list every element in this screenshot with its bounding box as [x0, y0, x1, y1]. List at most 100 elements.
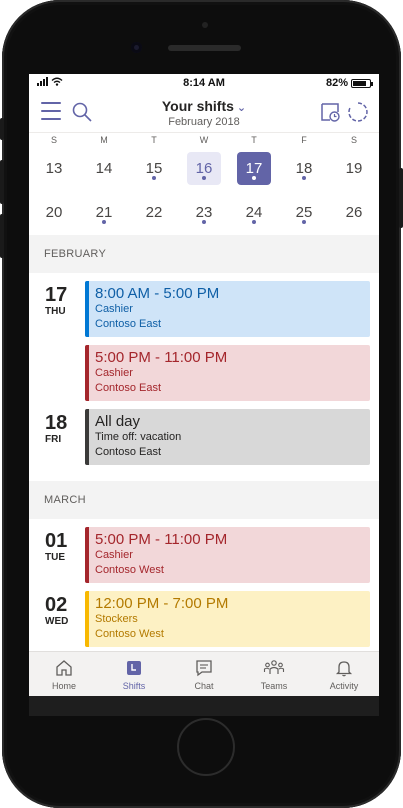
shift-location: Contoso East: [95, 318, 162, 330]
shift-location: Contoso East: [95, 446, 162, 458]
sync-icon[interactable]: [347, 101, 369, 123]
tab-home[interactable]: Home: [29, 652, 99, 696]
calendar-day-cell: 25: [279, 192, 329, 236]
battery-status: 82%: [325, 77, 373, 89]
day-group: 17 THU 8:00 AM - 5:00 PM Cashier Contoso Eas…: [29, 281, 370, 409]
day-number: 18: [45, 412, 68, 434]
calendar-day-cell: 26: [329, 192, 379, 236]
calendar-date[interactable]: 21: [87, 196, 121, 229]
day-of-week: FRI: [45, 434, 62, 445]
home-icon: [29, 657, 99, 679]
shift-card[interactable]: 5:00 PM - 11:00 PM Cashier Contoso East: [85, 345, 370, 401]
day-label: 17 THU: [29, 281, 85, 409]
shift-card[interactable]: 12:00 PM - 7:00 PM Stockers Contoso West: [85, 591, 370, 647]
calendar-day-cell: 18: [279, 148, 329, 192]
calendar-day-cell: 16: [179, 148, 229, 192]
calendar-day-cell: 23: [179, 192, 229, 236]
calendar-date[interactable]: 15: [137, 152, 171, 185]
calendar-date[interactable]: 26: [337, 196, 371, 229]
calendar-day-cell: 13: [29, 148, 79, 192]
tab-label: Chat: [194, 681, 214, 691]
calendar-date[interactable]: 16: [187, 152, 221, 185]
shift-role: Cashier: [95, 303, 133, 315]
shift-role: Cashier: [95, 367, 133, 379]
month-section: 17 THU 8:00 AM - 5:00 PM Cashier Contoso Eas…: [29, 273, 379, 481]
weekday-label: T: [251, 135, 257, 145]
shift-list: FEBRUARY 17 THU 8:00 AM - 5:00 PM Cashier Con…: [29, 235, 379, 663]
battery-percent: 82%: [325, 77, 348, 89]
month-header: FEBRUARY: [44, 248, 107, 260]
tab-label: Shifts: [122, 681, 146, 691]
front-camera: [131, 42, 142, 53]
shift-color-bar: [85, 409, 89, 465]
shift-time: 8:00 AM - 5:00 PM: [95, 285, 220, 302]
day-shifts: 5:00 PM - 11:00 PM Cashier Contoso West: [85, 527, 370, 591]
calendar-date[interactable]: 22: [137, 196, 171, 229]
shift-time: All day: [95, 413, 141, 430]
battery-icon: [351, 78, 373, 88]
day-group: 18 FRI All day Time off: vacation Contoso Ea…: [29, 409, 370, 473]
calendar-date[interactable]: 14: [87, 152, 121, 185]
volume-down-button: [0, 214, 4, 258]
weekday-label: W: [199, 135, 209, 145]
calendar-date[interactable]: 20: [37, 196, 71, 229]
week-calendar: S M T W T F S 13 14 15 16 17 18 19 20 21 22 23 24 25 26: [29, 132, 379, 235]
shift-card[interactable]: All day Time off: vacation Contoso East: [85, 409, 370, 465]
calendar-date[interactable]: 25: [287, 196, 321, 229]
calendar-date[interactable]: 24: [237, 196, 271, 229]
shift-color-bar: [85, 345, 89, 401]
clock-in-icon[interactable]: [319, 101, 341, 123]
shifts-icon: [99, 657, 169, 679]
tab-shifts[interactable]: Shifts: [99, 652, 169, 696]
home-button[interactable]: [177, 718, 235, 776]
earpiece-speaker: [168, 45, 241, 51]
calendar-date[interactable]: 19: [337, 152, 371, 185]
volume-up-button: [0, 160, 4, 204]
tab-chat[interactable]: Chat: [169, 652, 239, 696]
power-button: [399, 168, 403, 228]
month-section: 01 TUE 5:00 PM - 11:00 PM Cashier Contoso We…: [29, 519, 379, 663]
calendar-date[interactable]: 13: [37, 152, 71, 185]
month-header: MARCH: [44, 494, 86, 506]
day-of-week: WED: [45, 616, 69, 627]
day-group: 02 WED 12:00 PM - 7:00 PM Stockers Contoso W…: [29, 591, 370, 655]
shift-role: Time off: vacation: [95, 431, 182, 443]
day-label: 02 WED: [29, 591, 85, 655]
day-number: 17: [45, 284, 68, 306]
shift-location: Contoso West: [95, 564, 164, 576]
page-title-text: Your shifts: [161, 98, 234, 114]
calendar-date[interactable]: 18: [287, 152, 321, 185]
calendar-date[interactable]: 17: [237, 152, 271, 185]
weekday-label: T: [151, 135, 157, 145]
shift-card[interactable]: 8:00 AM - 5:00 PM Cashier Contoso East: [85, 281, 370, 337]
weekday-label: F: [301, 135, 307, 145]
day-number: 02: [45, 594, 68, 616]
bottom-tab-bar: Home Shifts Chat Teams Activity: [29, 651, 379, 696]
day-shifts: 8:00 AM - 5:00 PM Cashier Contoso East 5:00…: [85, 281, 370, 409]
app-header: Your shifts ⌄ February 2018: [29, 92, 379, 132]
day-of-week: TUE: [45, 552, 65, 563]
app-screen: 8:14 AM 82% Your shifts ⌄ February 2018 S…: [29, 74, 379, 696]
day-label: 01 TUE: [29, 527, 85, 591]
chat-icon: [169, 657, 239, 679]
weekday-label: M: [100, 135, 108, 145]
calendar-day-cell: 15: [129, 148, 179, 192]
status-bar: 8:14 AM 82%: [29, 74, 379, 92]
shift-time: 5:00 PM - 11:00 PM: [95, 531, 228, 548]
calendar-date[interactable]: 23: [187, 196, 221, 229]
shift-location: Contoso West: [95, 628, 164, 640]
day-shifts: 12:00 PM - 7:00 PM Stockers Contoso West: [85, 591, 370, 655]
shift-card[interactable]: 5:00 PM - 11:00 PM Cashier Contoso West: [85, 527, 370, 583]
sensor-dot: [202, 22, 208, 28]
weekday-label: S: [350, 135, 357, 145]
tab-label: Activity: [329, 681, 359, 691]
weekday-header: SMTWTFS: [29, 133, 379, 148]
shift-color-bar: [85, 281, 89, 337]
tab-teams[interactable]: Teams: [239, 652, 309, 696]
shift-time: 12:00 PM - 7:00 PM: [95, 595, 229, 612]
tab-activity[interactable]: Activity: [309, 652, 379, 696]
tab-label: Teams: [260, 681, 288, 691]
calendar-day-cell: 22: [129, 192, 179, 236]
weekday-label: S: [50, 135, 57, 145]
bell-icon: [309, 657, 379, 679]
